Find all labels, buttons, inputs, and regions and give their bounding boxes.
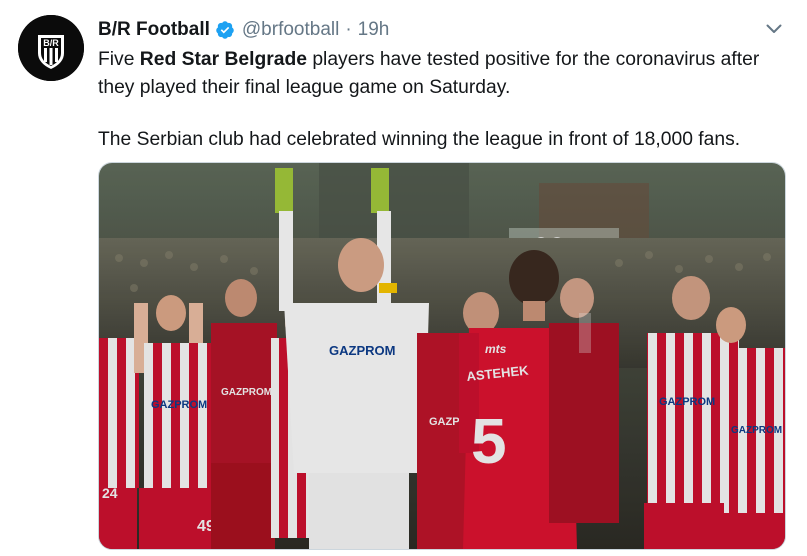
avatar[interactable]: B/R xyxy=(18,15,84,81)
tweet-timestamp[interactable]: 19h xyxy=(358,19,390,41)
tweet-text: Five Red Star Belgrade players have test… xyxy=(98,46,788,154)
author-handle[interactable]: @brfootball xyxy=(242,19,339,41)
text-bold-team: Red Star Belgrade xyxy=(139,49,307,70)
team-celebration-photo: 24 GAZPROM 49 GAZPROM GAZPROM GAZPROM mt… xyxy=(99,163,785,549)
tweet-paragraph-2: The Serbian club had celebrated winning … xyxy=(98,129,741,150)
tweet-photo[interactable]: 24 GAZPROM 49 GAZPROM GAZPROM GAZPROM mt… xyxy=(98,162,786,550)
chevron-down-icon[interactable] xyxy=(763,18,785,40)
separator-dot: · xyxy=(345,19,352,40)
avatar-label: B/R xyxy=(43,38,59,48)
author-name[interactable]: B/R Football xyxy=(98,19,210,41)
verified-badge-icon xyxy=(215,20,235,40)
tweet[interactable]: B/R B/R Football @brfootball · 19h Five … xyxy=(0,0,807,556)
tweet-header: B/R Football @brfootball · 19h xyxy=(98,16,389,44)
tweet-paragraph-1: Five Red Star Belgrade players have test… xyxy=(98,46,788,102)
text-part: Five xyxy=(98,49,140,70)
br-logo-icon: B/R xyxy=(18,15,84,81)
